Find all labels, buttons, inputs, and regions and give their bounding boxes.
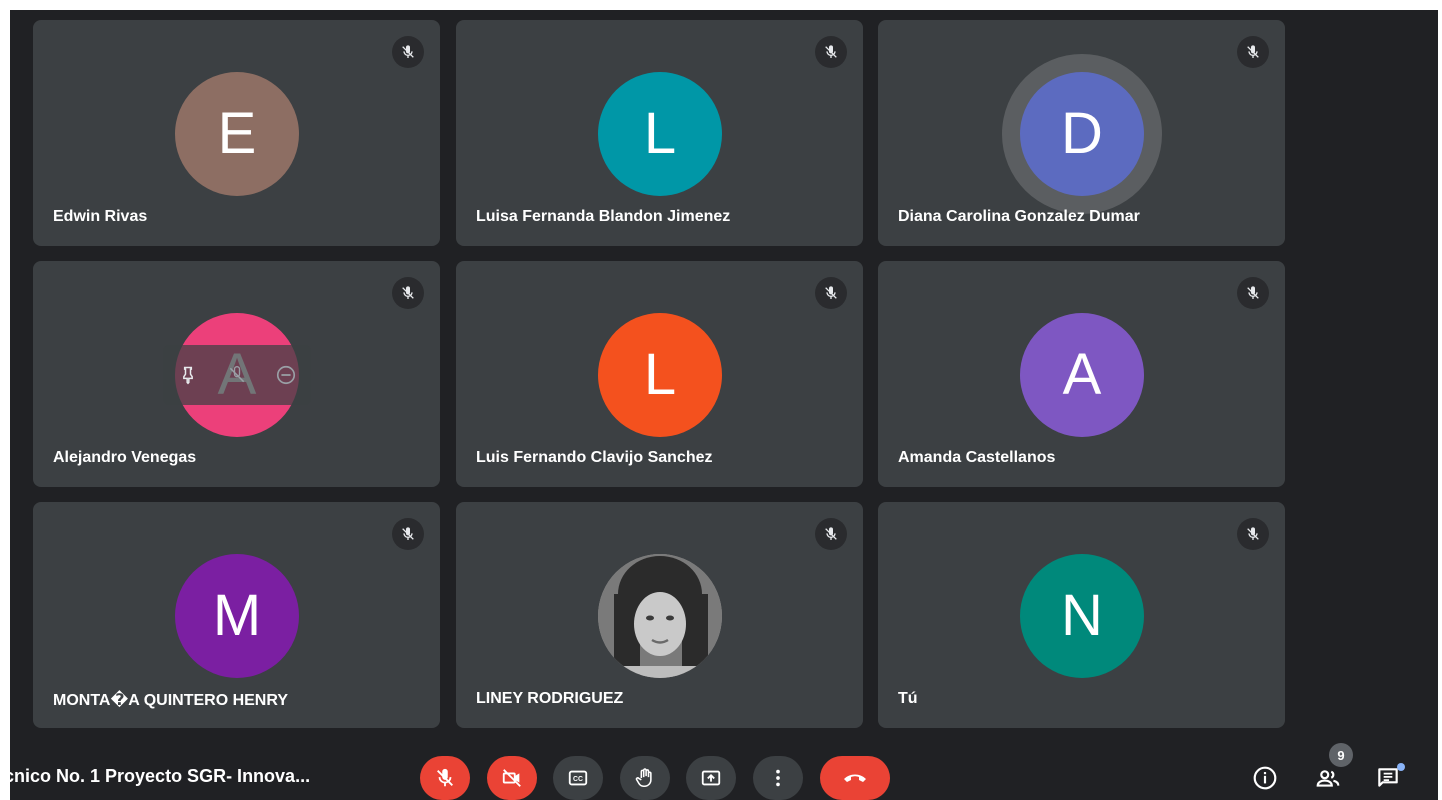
avatar: N	[1020, 554, 1144, 678]
participant-name: MONTA�A QUINTERO HENRY	[53, 692, 288, 709]
participant-count-badge: 9	[1329, 743, 1353, 767]
chat-notification-dot	[1397, 763, 1405, 771]
participant-name: Edwin Rivas	[53, 208, 148, 225]
participant-tile[interactable]: A Alejandro Venegas	[33, 261, 440, 487]
mic-off-icon	[392, 277, 424, 309]
mic-off-icon	[1237, 36, 1269, 68]
participant-tile[interactable]: D Diana Carolina Gonzalez Dumar	[878, 20, 1285, 246]
participant-tile[interactable]: A Amanda Castellanos	[878, 261, 1285, 487]
pin-icon[interactable]	[174, 361, 202, 389]
participant-tile[interactable]: LINEY RODRIGUEZ	[456, 502, 863, 728]
svg-text:CC: CC	[573, 776, 583, 783]
participant-tile[interactable]: M MONTA�A QUINTERO HENRY	[33, 502, 440, 728]
raise-hand-button[interactable]	[620, 756, 670, 800]
mic-off-icon	[815, 36, 847, 68]
participant-name: Luis Fernando Clavijo Sanchez	[476, 449, 713, 466]
tile-hover-controls	[163, 345, 311, 405]
meeting-title: écnico No. 1 Proyecto SGR- Innova...	[0, 766, 311, 786]
participant-name: Tú	[898, 690, 918, 707]
leave-call-button[interactable]	[820, 756, 890, 800]
participant-name: Amanda Castellanos	[898, 449, 1056, 466]
mute-icon[interactable]	[223, 361, 251, 389]
mic-off-icon	[392, 518, 424, 550]
mic-off-icon	[392, 36, 424, 68]
captions-button[interactable]: CC	[553, 756, 603, 800]
remove-icon[interactable]	[272, 361, 300, 389]
participant-name: Alejandro Venegas	[53, 449, 197, 466]
participant-name: LINEY RODRIGUEZ	[476, 690, 624, 707]
mic-off-icon	[815, 277, 847, 309]
mic-off-icon	[815, 518, 847, 550]
avatar: E	[175, 72, 299, 196]
avatar: M	[175, 554, 299, 678]
participant-name: Luisa Fernanda Blandon Jimenez	[476, 208, 731, 225]
mic-off-icon	[1237, 277, 1269, 309]
camera-toggle-button[interactable]	[487, 756, 537, 800]
more-options-button[interactable]	[753, 756, 803, 800]
mic-off-icon	[1237, 518, 1269, 550]
avatar: L	[598, 72, 722, 196]
mic-toggle-button[interactable]	[420, 756, 470, 800]
participant-tile[interactable]: L Luis Fernando Clavijo Sanchez	[456, 261, 863, 487]
participant-tile[interactable]: L Luisa Fernanda Blandon Jimenez	[456, 20, 863, 246]
avatar: D	[1020, 72, 1144, 196]
video-grid: E Edwin Rivas L Luisa Fernanda Blandon J…	[10, 10, 1438, 800]
participant-name: Diana Carolina Gonzalez Dumar	[898, 208, 1140, 225]
avatar: A	[1020, 313, 1144, 437]
participant-tile[interactable]: E Edwin Rivas	[33, 20, 440, 246]
meeting-details-button[interactable]	[1247, 760, 1283, 796]
avatar: L	[598, 313, 722, 437]
participant-tile-self[interactable]: N Tú	[878, 502, 1285, 728]
profile-photo	[598, 554, 722, 678]
present-now-button[interactable]	[686, 756, 736, 800]
